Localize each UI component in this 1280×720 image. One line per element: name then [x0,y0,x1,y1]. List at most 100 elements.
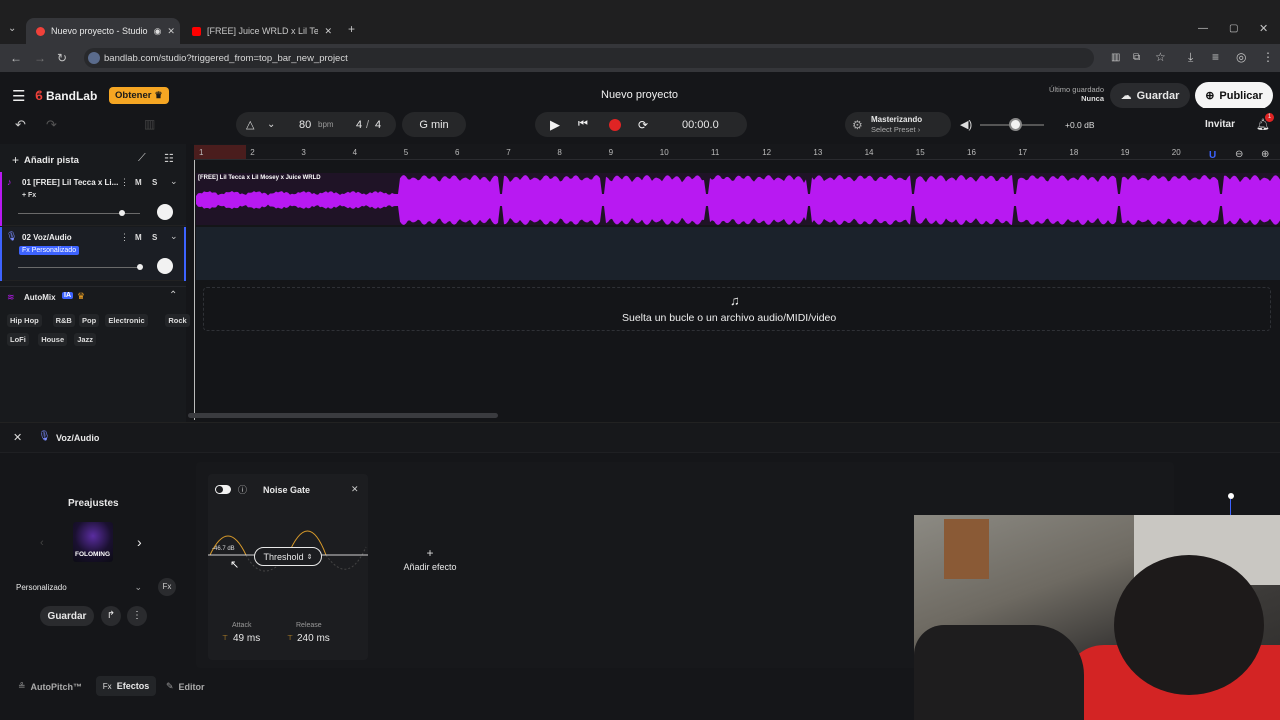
new-tab-icon[interactable]: + [348,22,355,36]
track-2-name[interactable]: 02 Voz/Audio [22,233,72,242]
preset-artwork[interactable]: FOLOMING [73,522,113,562]
share-preset-icon[interactable]: ↱ [101,606,121,626]
genre-chip-r-b[interactable]: R&B [52,314,75,327]
skip-to-start-icon[interactable]: ⏮ [578,118,588,131]
tab-effects[interactable]: Fx Efectos [96,676,156,696]
play-icon[interactable]: ▶ [550,117,560,133]
zoom-out-icon[interactable]: ⊖ [1235,149,1243,160]
audio-clip[interactable]: [FREE] Lil Tecca x Lil Mosey x Juice WRL… [196,173,1280,225]
speaker-icon[interactable]: ◀) [960,118,972,131]
threshold-button[interactable]: Threshold ⇕ [254,547,322,566]
url-field[interactable]: bandlab.com/studio?triggered_from=top_ba… [84,48,1094,68]
tab-close-icon[interactable]: ✕ [324,26,332,37]
preset-more-icon[interactable]: ⋮ [127,606,147,626]
metronome-icon[interactable]: △ [246,118,254,131]
time-signature-numerator[interactable]: 4 [356,119,362,131]
add-track-button[interactable]: + Añadir pista [12,153,79,167]
minimize-icon[interactable]: — [1198,22,1208,36]
genre-chip-rock[interactable]: Rock [165,314,190,327]
track-1-header[interactable]: ♪ 01 [FREE] Lil Tecca x Li... ⋮ M S ⌄ + … [0,172,186,226]
publish-button[interactable]: ⊕ Publicar [1195,82,1273,109]
preset-select[interactable]: Personalizado ⌄ [10,578,148,596]
track-2-fx-badge[interactable]: Fx Personalizado [19,246,80,255]
track-1-name[interactable]: 01 [FREE] Lil Tecca x Li... [22,178,120,187]
profile-icon[interactable]: ◎ [1236,50,1246,64]
track-2-mute-button[interactable]: M [135,233,142,242]
tempo-value[interactable]: 80 [299,119,311,131]
track-2-pan-knob[interactable] [157,258,173,274]
track-1-mute-button[interactable]: M [135,178,142,187]
genre-chip-jazz[interactable]: Jazz [74,333,97,346]
track-settings-icon[interactable]: ☷ [164,152,174,165]
genre-chip-lofi[interactable]: LoFi [7,333,29,346]
track-2-more-icon[interactable]: ⋮ [120,232,129,243]
track-2-header[interactable]: 🎙︎ 02 Voz/Audio ⋮ M S ⌄ Fx Personalizado [0,227,186,281]
info-icon[interactable]: ⓘ [238,483,247,496]
genre-chip-hip-hop[interactable]: Hip Hop [7,314,42,327]
timeline-scrollbar[interactable] [188,413,498,418]
download-icon[interactable]: ⤓ [1188,50,1193,64]
tab-close-icon[interactable]: ✕ [167,26,175,37]
remove-effect-icon[interactable]: ✕ [351,484,359,495]
genre-chip-house[interactable]: House [38,333,68,346]
close-editor-icon[interactable]: ✕ [13,431,22,444]
key-selector[interactable]: G min [402,112,466,137]
mastering-preset[interactable]: ⚙ Masterizando Select Preset › [845,112,951,137]
genre-chip-electronic[interactable]: Electronic [105,314,148,327]
track-1-volume-handle[interactable] [118,210,125,216]
tab-autopitch[interactable]: ≗ AutoPitch™ [18,681,82,692]
track-1-pan-knob[interactable] [157,204,173,220]
site-info-icon[interactable] [88,52,100,64]
tab-youtube[interactable]: [FREE] Juice WRLD x Lil Tecca Ty ✕ [182,18,342,44]
track-1-fx-button[interactable]: + Fx [22,192,36,199]
tab-search-icon[interactable]: ⌄ [8,22,16,36]
track-2-lane[interactable] [196,227,1280,280]
record-icon[interactable] [609,118,621,131]
previous-preset-icon[interactable]: ‹ [40,537,44,549]
genre-chip-pop[interactable]: Pop [79,314,100,327]
reload-icon[interactable]: ↻ [57,51,67,65]
back-icon[interactable]: ← [10,51,22,65]
invite-button[interactable]: Invitar [1205,119,1235,130]
track-2-volume-slider[interactable] [18,267,140,268]
tab-editor[interactable]: ✎ Editor [166,681,205,692]
playhead-line[interactable] [194,160,195,420]
forward-icon[interactable]: → [34,51,46,65]
window-close-icon[interactable]: ✕ [1259,22,1268,36]
attack-value[interactable]: 49 ms [233,633,260,644]
release-value[interactable]: 240 ms [297,633,330,644]
fx-chain-icon[interactable]: Fx [158,578,176,596]
track-2-solo-button[interactable]: S [152,233,157,242]
next-preset-icon[interactable]: › [137,534,142,550]
hamburger-menu-icon[interactable]: ☰ [12,87,25,105]
loop-icon[interactable]: ⟳ [638,118,648,132]
tempo-control[interactable]: △ ⌄ 80 bpm 4 / 4 [236,112,396,137]
tab-studio[interactable]: Nuevo proyecto - Studio ◉ ✕ [26,18,180,44]
project-title[interactable]: Nuevo proyecto [601,89,678,101]
zoom-in-icon[interactable]: ⊕ [1261,149,1269,160]
get-membership-button[interactable]: Obtener ♛ [109,87,169,104]
effect-toggle[interactable] [215,485,231,494]
snap-magnet-icon[interactable]: U [1209,150,1216,161]
track-2-volume-handle[interactable] [137,264,143,270]
bandlab-logo[interactable]: ϐ BandLab [35,88,97,103]
add-effect-button[interactable]: + Añadir efecto [398,546,462,580]
time-signature-denominator[interactable]: 4 [375,119,381,131]
track-2-expand-icon[interactable]: ⌄ [170,231,178,242]
track-1-more-icon[interactable]: ⋮ [120,177,129,188]
browser-menu-icon[interactable]: ⋮ [1262,50,1274,64]
maximize-icon[interactable]: ▢ [1229,22,1238,36]
cast-icon[interactable]: ⧉ [1133,51,1140,65]
redo-icon[interactable]: ↷ [46,117,57,133]
piano-roll-icon[interactable]: ▥ [144,117,155,131]
track-1-expand-icon[interactable]: ⌄ [170,176,178,187]
undo-icon[interactable]: ↶ [15,117,26,133]
extensions-icon[interactable]: ▥ [1111,51,1120,65]
media-control-icon[interactable]: ≡ [1212,50,1219,64]
collapse-automix-icon[interactable]: ⌃ [169,290,177,301]
save-project-button[interactable]: ☁ Guardar [1110,83,1190,108]
track-1-solo-button[interactable]: S [152,178,157,187]
bookmark-star-icon[interactable]: ☆ [1155,50,1166,64]
automix-label[interactable]: AutoMix [24,293,56,302]
metronome-dropdown-icon[interactable]: ⌄ [267,119,275,130]
